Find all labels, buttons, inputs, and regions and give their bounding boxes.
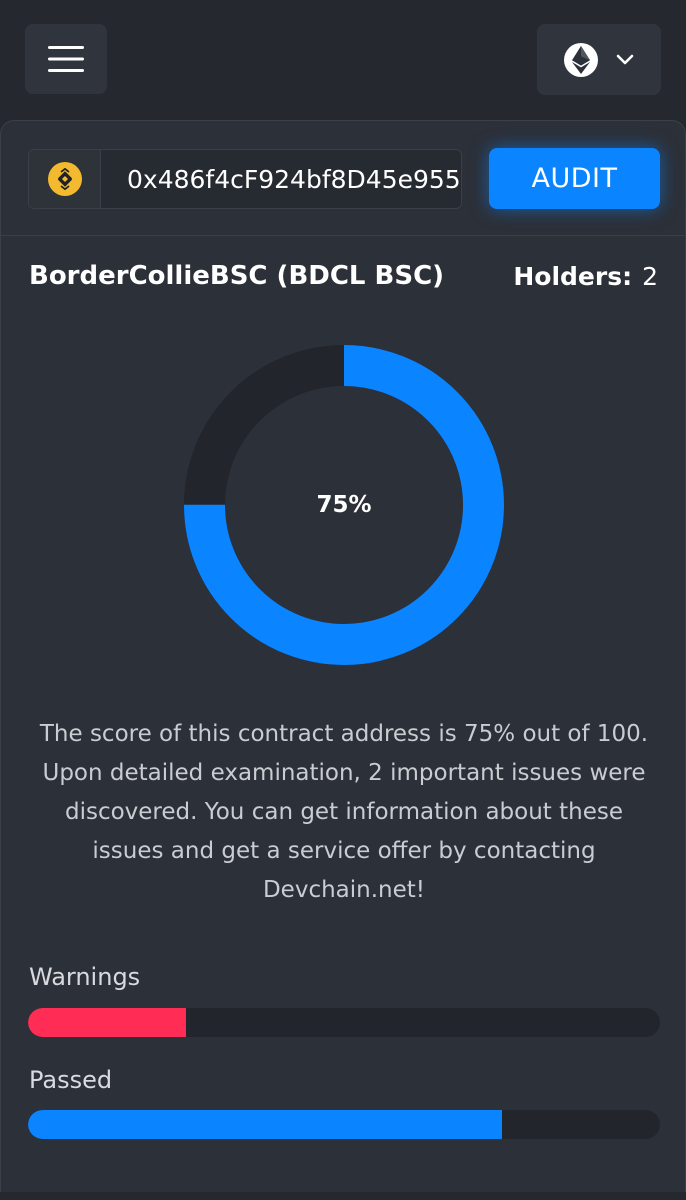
warnings-label: Warnings: [29, 963, 141, 991]
score-description: The score of this contract address is 75…: [39, 721, 649, 903]
warnings-progress-fill: [28, 1008, 186, 1037]
network-selector[interactable]: [537, 24, 661, 95]
score-percent-label: 75%: [316, 492, 372, 518]
holders-value: 2: [642, 262, 658, 291]
divider: [1, 235, 685, 236]
passed-progress-bar: [28, 1110, 660, 1139]
score-donut-chart: 75%: [183, 344, 505, 666]
audit-button[interactable]: AUDIT: [489, 148, 660, 209]
chevron-down-icon: [616, 50, 634, 69]
menu-button[interactable]: [25, 24, 107, 94]
holders-count: Holders: 2: [513, 262, 658, 291]
audit-card: AUDIT BorderCollieBSC (BDCL BSC) Holders…: [0, 120, 686, 1192]
ethereum-icon: [564, 42, 598, 77]
passed-progress-fill: [28, 1110, 502, 1139]
chain-selector[interactable]: [29, 150, 101, 208]
passed-label: Passed: [29, 1066, 113, 1094]
bnb-chain-icon: [47, 162, 82, 196]
top-bar: [0, 0, 686, 120]
warnings-progress-bar: [28, 1008, 660, 1037]
contract-address-input[interactable]: [101, 150, 461, 208]
hamburger-menu-icon: [48, 46, 84, 72]
address-field-group: [28, 149, 462, 209]
token-name: BorderCollieBSC (BDCL BSC): [29, 261, 445, 291]
holders-label: Holders:: [513, 262, 633, 291]
